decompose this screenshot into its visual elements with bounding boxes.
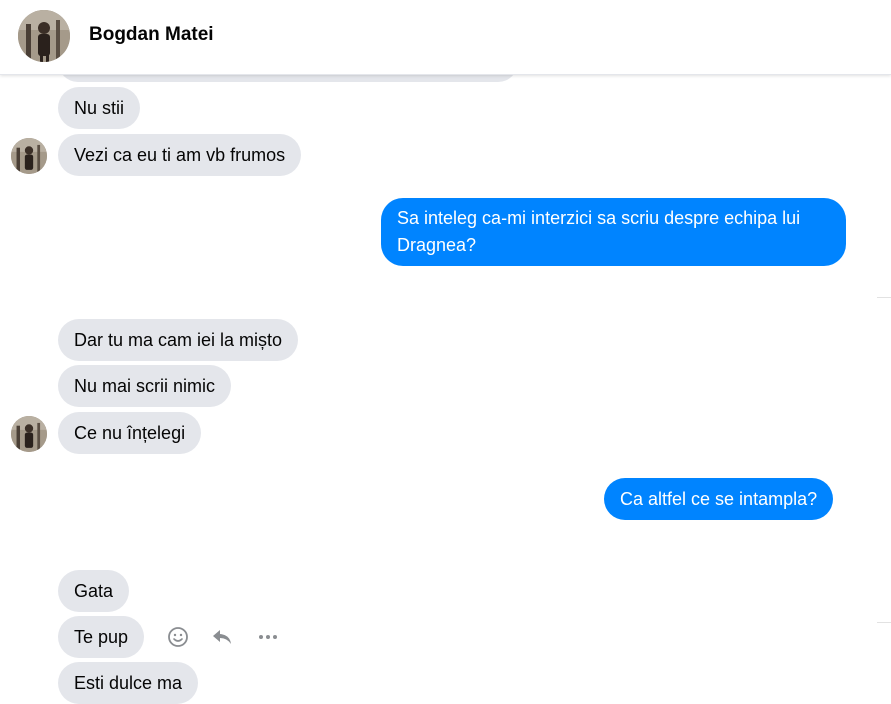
message-bubble-incoming[interactable]: Dar tu ma cam iei la mișto <box>58 319 299 361</box>
message-bubble-incoming[interactable]: Esti dulce ma <box>58 662 199 704</box>
sender-avatar[interactable] <box>11 416 47 452</box>
message-bubble-incoming[interactable]: Ce nu înțelegi <box>58 412 202 454</box>
divider <box>877 297 891 298</box>
contact-name[interactable]: Bogdan Matei <box>89 24 214 46</box>
profile-photo-icon <box>11 138 47 174</box>
smiley-icon[interactable] <box>165 624 191 650</box>
sender-avatar[interactable] <box>11 138 47 174</box>
message-bubble-outgoing[interactable]: Ca altfel ce se intampla? <box>604 478 834 520</box>
reply-icon[interactable] <box>209 624 235 650</box>
message-bubble-incoming[interactable]: Nu mai scrii nimic <box>58 365 232 407</box>
conversation-header: Bogdan Matei <box>0 0 891 75</box>
divider <box>877 622 891 623</box>
profile-photo-icon <box>18 10 70 62</box>
more-icon[interactable] <box>255 624 281 650</box>
message-bubble-incoming[interactable]: Gata <box>58 570 130 612</box>
message-bubble-incoming[interactable]: Vezi ca eu ti am vb frumos <box>58 134 302 176</box>
profile-photo-icon <box>11 416 47 452</box>
message-bubble-outgoing[interactable]: Sa inteleg ca-mi interzici sa scriu desp… <box>381 198 846 266</box>
message-bubble-incoming[interactable]: Nu stii <box>58 87 141 129</box>
message-bubble-incoming[interactable]: Te pup <box>58 616 145 658</box>
contact-avatar[interactable] <box>18 10 70 62</box>
